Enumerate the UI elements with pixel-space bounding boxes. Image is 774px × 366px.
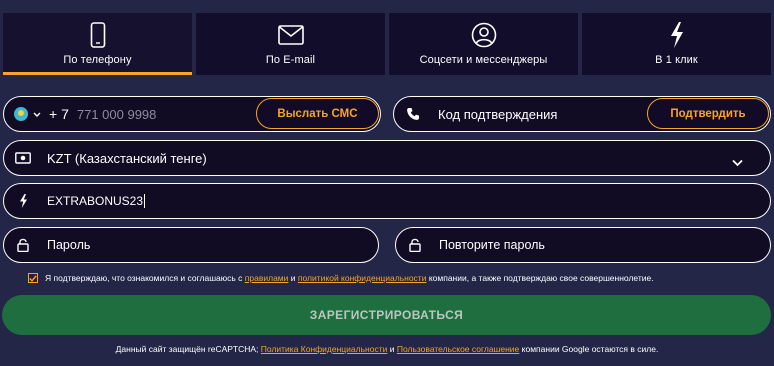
text-cursor [144,194,146,208]
banknote-icon [15,150,31,166]
tab-one-click[interactable]: В 1 клик [582,13,771,75]
currency-select[interactable]: KZT (Казахстанский тенге) [3,140,771,176]
rules-link[interactable]: правилами [245,273,289,283]
registration-tabs: По телефону По E-mail Соцсети и мессендж… [3,13,771,75]
tab-social[interactable]: Соцсети и мессенджеры [389,13,578,75]
mail-icon [277,21,304,49]
tab-phone-label: По телефону [63,54,132,66]
agreement-checkbox[interactable] [28,273,38,283]
promo-code-input[interactable]: EXTRABONUS23 [47,194,143,208]
footer-text-before: Данный сайт защищён reCAPTCHA; [115,344,259,354]
recaptcha-notice: Данный сайт защищён reCAPTCHA; Политика … [0,344,774,354]
google-privacy-link[interactable]: Политика Конфиденциальности [261,344,388,354]
phone-field[interactable]: + 7 771 000 9998 Выслать СМС [3,96,381,132]
checkmark-icon [29,274,37,282]
tab-email[interactable]: По E-mail [196,13,385,75]
user-circle-icon [471,21,497,49]
code-field[interactable]: Код подтверждения Подтвердить [393,96,771,132]
privacy-policy-link[interactable]: политикой конфиденциальности [298,273,427,283]
chevron-down-icon [732,154,743,172]
tab-one-click-label: В 1 клик [655,54,698,66]
phone-input[interactable]: 771 000 9998 [77,107,157,122]
password-input[interactable]: Пароль [47,238,90,252]
repeat-password-input[interactable]: Повторите пароль [439,238,545,252]
register-button[interactable]: ЗАРЕГИСТРИРОВАТЬСЯ [2,295,771,335]
agreement-row: Я подтверждаю, что ознакомился и соглаша… [28,273,654,283]
lightning-icon [15,193,31,209]
code-input[interactable]: Код подтверждения [438,107,557,122]
phone-prefix: + 7 [49,106,69,122]
repeat-password-field[interactable]: Повторите пароль [395,227,771,263]
lock-icon [15,237,31,253]
lock-icon [407,237,423,253]
password-field[interactable]: Пароль [3,227,379,263]
send-sms-button[interactable]: Выслать СМС [256,98,379,129]
tab-phone[interactable]: По телефону [3,13,192,75]
footer-text-after: компании Google остаются в силе. [521,344,659,354]
chevron-down-icon [33,105,41,123]
currency-value: KZT (Казахстанский тенге) [47,150,207,166]
country-selector[interactable] [14,105,41,123]
tab-email-label: По E-mail [265,54,316,66]
lightning-icon [669,21,685,49]
promo-code-field[interactable]: EXTRABONUS23 [3,183,771,219]
agreement-and: и [290,273,296,283]
google-terms-link[interactable]: Пользовательское соглашение [397,344,519,354]
confirm-button[interactable]: Подтвердить [647,98,769,129]
tab-social-label: Соцсети и мессенджеры [419,54,548,66]
agreement-text-after: компании, а также подтверждаю свое совер… [428,273,654,283]
footer-and: и [389,344,395,354]
agreement-text-before: Я подтверждаю, что ознакомился и соглаша… [45,273,243,283]
phone-icon [90,21,106,49]
phone-handset-icon [405,106,421,122]
kazakhstan-flag-icon [14,107,28,121]
